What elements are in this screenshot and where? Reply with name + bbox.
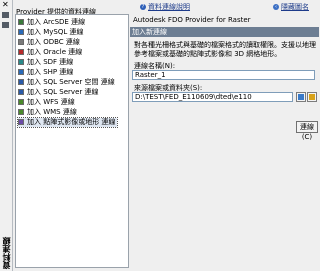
connection-details: Autodesk FDO Provider for Raster 加入新連線 對… (130, 14, 319, 266)
provider-item-label: 加入 SQL Server 空間 連線 (27, 78, 115, 86)
odbc-icon (18, 39, 24, 45)
provider-item[interactable]: 加入 SQL Server 連線 (18, 88, 100, 97)
top-bar: ? 資料連線說明 ‹ 隱藏圖名 Provider 提供的資料連線 (13, 0, 320, 16)
provider-item[interactable]: 加入 SQL Server 空間 連線 (18, 78, 117, 87)
provider-item[interactable]: 加入 ODBC 連線 (18, 38, 82, 47)
mysql-icon (18, 29, 24, 35)
provider-item-label: 加入 點陣式影像或地形 連線 (27, 118, 116, 126)
provider-item[interactable]: 加入 WFS 連線 (18, 98, 77, 107)
palette-vertical-title: 資料連線 (2, 237, 11, 269)
sqlserver-spatial-icon (18, 79, 24, 85)
provider-item[interactable]: 加入 WMS 連線 (18, 108, 79, 117)
sqlserver-icon (18, 89, 24, 95)
provider-description: 對各種光柵格式與基礎的檔案格式的讀取權限。支援以地理參考檔案或基礎的點陣式影像和… (134, 41, 316, 58)
wms-icon (18, 109, 24, 115)
provider-item-label: 加入 WMS 連線 (27, 108, 77, 116)
provider-title: Autodesk FDO Provider for Raster (133, 16, 251, 24)
sdf-icon (18, 59, 24, 65)
provider-item[interactable]: 加入 點陣式影像或地形 連線 (16, 117, 119, 128)
provider-item[interactable]: 加入 SHP 連線 (18, 68, 75, 77)
provider-item-label: 加入 ODBC 連線 (27, 38, 80, 46)
provider-item-label: 加入 SDF 連線 (27, 58, 74, 66)
provider-item-label: 加入 SQL Server 連線 (27, 88, 99, 96)
file-icon (298, 94, 304, 100)
wfs-icon (18, 99, 24, 105)
chevron-left-icon: ‹ (273, 4, 279, 10)
provider-item-label: 加入 Oracle 連線 (27, 48, 83, 56)
provider-item-label: 加入 WFS 連線 (27, 98, 75, 106)
provider-item-label: 加入 SHP 連線 (27, 68, 74, 76)
help-link[interactable]: ? 資料連線說明 (140, 2, 190, 12)
arcsde-icon (18, 19, 24, 25)
section-header: 加入新連線 (130, 27, 319, 37)
connection-name-input[interactable]: Raster_1 (132, 70, 315, 80)
folder-icon (309, 94, 315, 100)
properties-icon[interactable] (2, 22, 9, 28)
connect-button[interactable]: 連線(C) (296, 121, 318, 141)
provider-item-label: 加入 MySQL 連線 (27, 28, 84, 36)
help-icon: ? (140, 4, 146, 10)
provider-item-label: 加入 ArcSDE 連線 (27, 18, 86, 26)
shp-icon (18, 69, 24, 75)
provider-list: 加入 ArcSDE 連線 加入 MySQL 連線 加入 ODBC 連線 加入 Orac… (15, 14, 129, 268)
close-icon[interactable]: ✕ (2, 1, 9, 9)
source-path-input[interactable]: D:\TEST\FED_E110609\dted\e110 (132, 92, 293, 102)
hide-legend-link[interactable]: ‹ 隱藏圖名 (273, 2, 309, 12)
provider-item[interactable]: 加入 ArcSDE 連線 (18, 18, 87, 27)
oracle-icon (18, 49, 24, 55)
provider-item[interactable]: 加入 MySQL 連線 (18, 28, 86, 37)
browse-folder-button[interactable] (307, 92, 317, 102)
palette-side-bar: ✕ 資料連線 (0, 0, 13, 271)
raster-icon (18, 119, 24, 125)
provider-item[interactable]: 加入 SDF 連線 (18, 58, 75, 67)
browse-file-button[interactable] (296, 92, 306, 102)
provider-item[interactable]: 加入 Oracle 連線 (18, 48, 84, 57)
pin-icon[interactable] (2, 12, 9, 18)
data-connect-panel: ? 資料連線說明 ‹ 隱藏圖名 Provider 提供的資料連線 加入 ArcSDE… (13, 0, 320, 271)
